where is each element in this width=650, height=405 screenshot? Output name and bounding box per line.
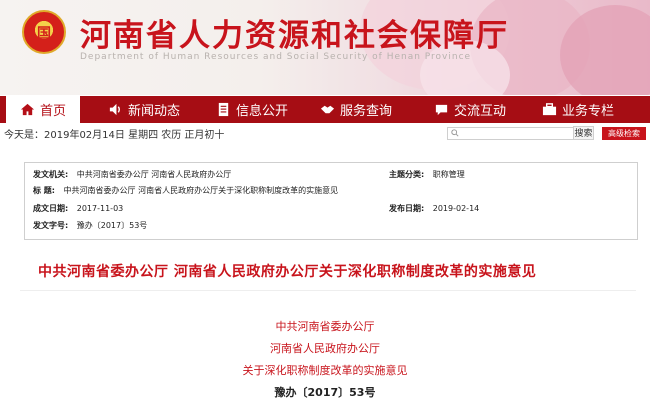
issuer-value: 中共河南省委办公厅 河南省人民政府办公厅 [76, 170, 232, 179]
created-value: 2017-11-03 [76, 204, 124, 213]
site-subtitle: Department of Human Resources and Social… [80, 52, 472, 62]
title-row: 标 题: 中共河南省委办公厅 河南省人民政府办公厅关于深化职称制度改革的实施意见 [33, 185, 338, 196]
published-label: 发布日期: [389, 204, 425, 213]
speaker-icon [108, 102, 123, 117]
category-label: 主题分类: [389, 170, 425, 179]
title-label: 标 题: [33, 186, 55, 195]
article-title: 中共河南省委办公厅 河南省人民政府办公厅关于深化职称制度改革的实施意见 [38, 264, 537, 280]
category-row: 主题分类: 职称管理 [389, 169, 465, 180]
search-input[interactable] [447, 127, 583, 140]
info-bar: 今天是：2019年02月14日 星期四 农历 正月初十 搜索 高级检索 [0, 124, 650, 142]
document-icon [216, 102, 231, 117]
nav-item-label: 首页 [39, 104, 66, 119]
created-label: 成文日期: [33, 204, 69, 213]
document-meta-card: 发文机关: 中共河南省委办公厅 河南省人民政府办公厅 主题分类: 职称管理 标 … [24, 162, 638, 240]
docno-label: 发文字号: [33, 221, 69, 230]
header-banner: 国 河南省人力资源和社会保障厅 Department of Human Reso… [0, 0, 650, 95]
article-line-subject: 关于深化职称制度改革的实施意见 [242, 364, 408, 377]
current-date: 今天是：2019年02月14日 星期四 农历 正月初十 [4, 130, 225, 141]
main-nav: 首页 新闻动态 信息公开 服务查询 交流互动 业务专栏 [0, 96, 650, 123]
docno-row: 发文字号: 豫办〔2017〕53号 [33, 220, 147, 231]
nav-item-label: 新闻动态 [127, 104, 180, 119]
article-line-issuer-1: 中共河南省委办公厅 [275, 320, 375, 333]
divider [20, 290, 636, 291]
advanced-search-button[interactable]: 高级检索 [602, 127, 646, 140]
nav-item-news[interactable]: 新闻动态 [94, 96, 194, 123]
issuer-row: 发文机关: 中共河南省委办公厅 河南省人民政府办公厅 [33, 169, 231, 180]
issuer-label: 发文机关: [33, 170, 69, 179]
article-doc-number: 豫办〔2017〕53号 [274, 386, 376, 399]
published-value: 2019-02-14 [432, 204, 480, 213]
docno-value: 豫办〔2017〕53号 [76, 221, 148, 230]
search-icon [451, 129, 459, 137]
nav-item-business[interactable]: 业务专栏 [526, 96, 630, 123]
handshake-icon [320, 102, 335, 117]
published-row: 发布日期: 2019-02-14 [389, 203, 479, 214]
home-icon [20, 102, 35, 117]
category-value: 职称管理 [432, 170, 465, 179]
nav-item-label: 信息公开 [235, 104, 288, 119]
nav-item-home[interactable]: 首页 [6, 96, 80, 123]
article-line-issuer-2: 河南省人民政府办公厅 [270, 342, 380, 355]
nav-item-label: 服务查询 [339, 104, 392, 119]
nav-item-label: 交流互动 [453, 104, 506, 119]
created-row: 成文日期: 2017-11-03 [33, 203, 123, 214]
search-button[interactable]: 搜索 [573, 126, 594, 140]
nav-item-interaction[interactable]: 交流互动 [418, 96, 522, 123]
briefcase-icon [542, 102, 557, 117]
chat-icon [434, 102, 449, 117]
nav-item-service[interactable]: 服务查询 [304, 96, 408, 123]
title-value: 中共河南省委办公厅 河南省人民政府办公厅关于深化职称制度改革的实施意见 [63, 186, 339, 195]
nav-item-info[interactable]: 信息公开 [200, 96, 304, 123]
nav-item-label: 业务专栏 [561, 104, 614, 119]
site-title: 河南省人力资源和社会保障厅 [80, 18, 509, 54]
national-emblem-icon: 国 [22, 10, 66, 54]
